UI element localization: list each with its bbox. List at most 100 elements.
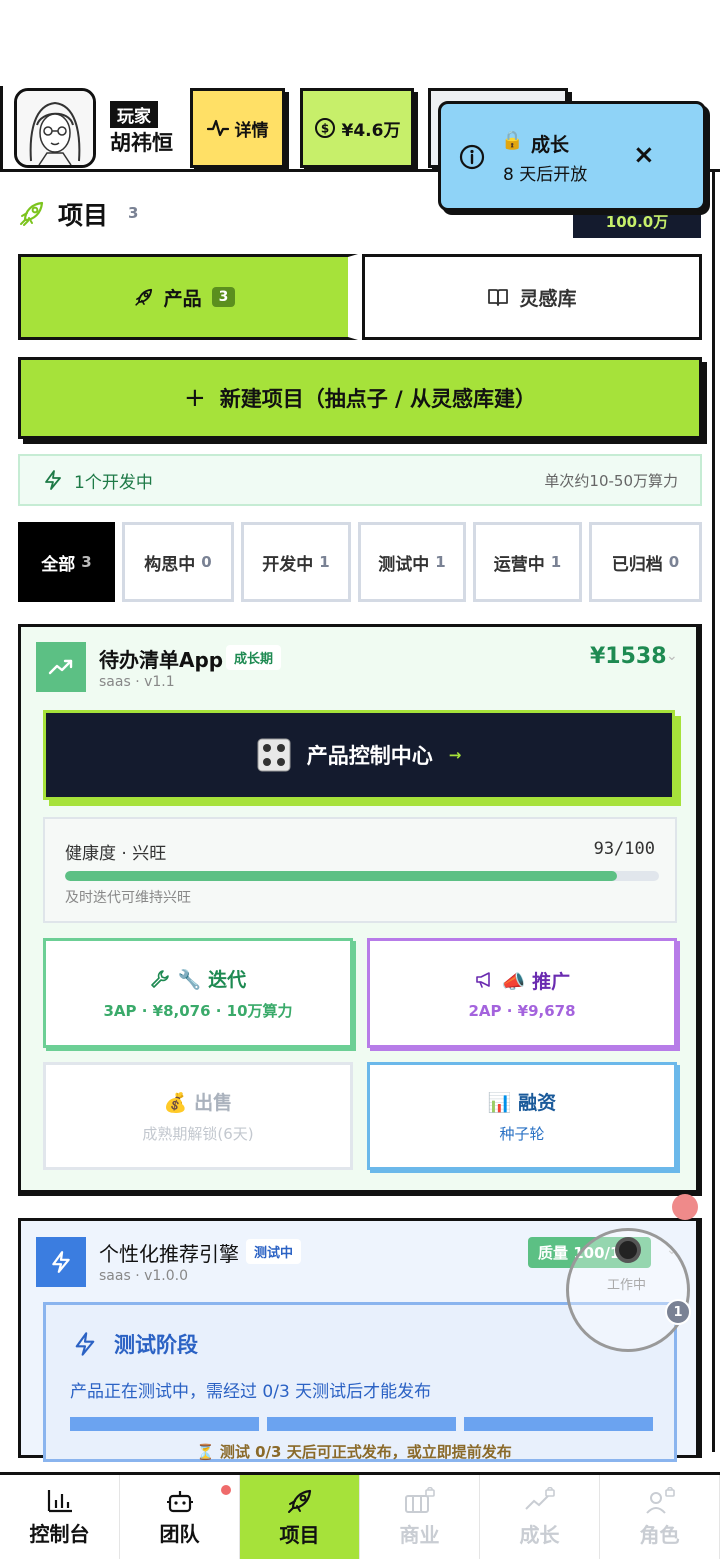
nav-label: 商业 (399, 1522, 440, 1547)
filter-count: 0 (201, 553, 212, 571)
lock-icon: 🔒 (501, 130, 524, 151)
sell-button[interactable]: 💰 出售 成熟期解锁(6天) (43, 1062, 353, 1170)
lightning-icon (75, 1332, 95, 1356)
unlock-toast: 🔒 成长 8 天后开放 × (438, 101, 706, 211)
notification-dot (221, 1485, 231, 1495)
player-tag: 玩家 (110, 101, 158, 128)
trend-up-icon (36, 642, 86, 692)
test-title: 测试阶段 (114, 1333, 198, 1357)
filter-label: 全部 (41, 554, 76, 575)
arrow-right-icon: → (448, 746, 462, 764)
dollar-coin-icon: $ (314, 118, 335, 138)
filter-count: 1 (435, 553, 446, 571)
filter-all[interactable]: 全部 3 (18, 522, 115, 602)
health-progress-track (65, 871, 659, 881)
dice-icon (257, 738, 291, 772)
iterate-cost: 3AP · ¥8,076 · 10万算力 (103, 1002, 293, 1020)
test-hint: ⏳ 测试 0/3 天后可正式发布，或立即提前发布 (196, 1443, 512, 1461)
svg-text:$: $ (320, 122, 328, 136)
promote-cost: 2AP · ¥9,678 (468, 1001, 576, 1020)
new-project-button[interactable]: + 新建项目（抽点子 / 从灵感库建） (18, 357, 702, 439)
info-icon (459, 144, 485, 170)
health-progress-fill (65, 871, 618, 881)
worker-status-label: 工作中 (607, 1278, 647, 1293)
project-meta: saas · v1.1 (99, 674, 175, 690)
test-progress-segment (267, 1417, 456, 1431)
robot-icon (166, 1490, 193, 1512)
close-icon[interactable]: × (633, 142, 655, 168)
iterate-button[interactable]: 🔧 迭代 3AP · ¥8,076 · 10万算力 (43, 938, 353, 1048)
filter-count: 1 (319, 553, 330, 571)
control-center-button[interactable]: 产品控制中心 → (43, 710, 675, 800)
nav-projects[interactable]: 项目 (240, 1475, 360, 1559)
megaphone-icon (476, 972, 490, 988)
tab-products[interactable]: 产品 3 (18, 254, 358, 340)
nav-label: 项目 (279, 1522, 320, 1547)
filter-archived[interactable]: 已归档 0 (589, 522, 702, 602)
nav-business[interactable]: 商业 (360, 1475, 480, 1559)
chevron-down-icon[interactable]: ⌄ (666, 648, 678, 664)
finance-round: 种子轮 (499, 1125, 545, 1143)
nav-dashboard[interactable]: 控制台 (0, 1475, 120, 1559)
user-icon (645, 1486, 675, 1514)
nav-growth[interactable]: 成长 (480, 1475, 600, 1559)
project-name: 个性化推荐引擎 (99, 1242, 239, 1266)
finance-button[interactable]: 📊 融资 种子轮 (367, 1062, 677, 1170)
project-name: 待办清单App (99, 648, 224, 672)
briefcase-icon (404, 1486, 435, 1513)
app-screen: 玩家 胡祎恒 详情 $ ¥4.6万 100.0万 🔒 成长 8 天后开放 × 项… (0, 0, 720, 1559)
toast-title: 成长 (531, 134, 570, 156)
filter-count: 3 (81, 553, 92, 571)
details-button[interactable]: 详情 (190, 88, 285, 168)
control-center-label: 产品控制中心 (306, 744, 433, 768)
iterate-title: 🔧 迭代 (177, 969, 247, 991)
health-label: 健康度 · 兴旺 (65, 844, 167, 864)
filter-label: 构思中 (144, 554, 196, 575)
rocket-icon (20, 201, 44, 226)
money-label: ¥4.6万 (341, 120, 401, 141)
filter-label: 测试中 (378, 554, 430, 575)
nav-team[interactable]: 团队 (120, 1475, 240, 1559)
sell-lock-hint: 成熟期解锁(6天) (142, 1125, 254, 1143)
health-value: 93/100 (593, 839, 655, 859)
bottom-nav: 控制台 团队 项目 商业 成长 角色 (0, 1472, 720, 1559)
filter-count: 1 (550, 553, 562, 571)
filter-label: 开发中 (262, 554, 314, 575)
lightning-icon (36, 1237, 86, 1287)
compute-badge-value: 100.0万 (605, 213, 669, 231)
stage-badge: 成长期 (226, 645, 282, 670)
rocket-icon (287, 1489, 311, 1513)
dev-info-right: 单次约10-50万算力 (544, 471, 678, 490)
promote-title: 📣 推广 (501, 970, 571, 993)
tab-inspiration[interactable]: 灵感库 (362, 254, 702, 340)
dev-info-bar: 1个开发中 单次约10-50万算力 (18, 454, 702, 506)
test-progress-segment (464, 1417, 653, 1431)
tab-inspiration-label: 灵感库 (519, 287, 577, 310)
wrench-icon (151, 969, 169, 988)
project-meta: saas · v1.0.0 (99, 1268, 189, 1284)
trend-icon (524, 1486, 555, 1510)
right-border (712, 172, 715, 1452)
filter-ideation[interactable]: 构思中 0 (122, 522, 234, 602)
sell-title: 💰 出售 (163, 1092, 233, 1114)
book-icon (488, 289, 509, 306)
plus-icon: + (183, 383, 206, 413)
nav-label: 团队 (159, 1521, 200, 1546)
filter-testing[interactable]: 测试中 1 (358, 522, 466, 602)
money-button[interactable]: $ ¥4.6万 (300, 88, 414, 168)
promote-button[interactable]: 📣 推广 2AP · ¥9,678 (367, 938, 677, 1048)
dev-info-left: 1个开发中 (74, 472, 153, 493)
nav-label: 成长 (519, 1522, 560, 1547)
test-progress-segment (70, 1417, 259, 1431)
nav-character[interactable]: 角色 (600, 1475, 720, 1559)
avatar[interactable] (14, 88, 96, 168)
filter-developing[interactable]: 开发中 1 (241, 522, 351, 602)
project-revenue: ¥1538 (590, 644, 667, 669)
health-panel: 健康度 · 兴旺 93/100 及时迭代可维持兴旺 (43, 817, 677, 923)
details-label: 详情 (234, 120, 269, 141)
section-title: 项目 (58, 201, 109, 230)
tab-products-label: 产品 (163, 287, 202, 310)
pulse-icon (206, 119, 229, 137)
filter-operating[interactable]: 运营中 1 (473, 522, 582, 602)
tab-products-badge: 3 (211, 287, 236, 307)
